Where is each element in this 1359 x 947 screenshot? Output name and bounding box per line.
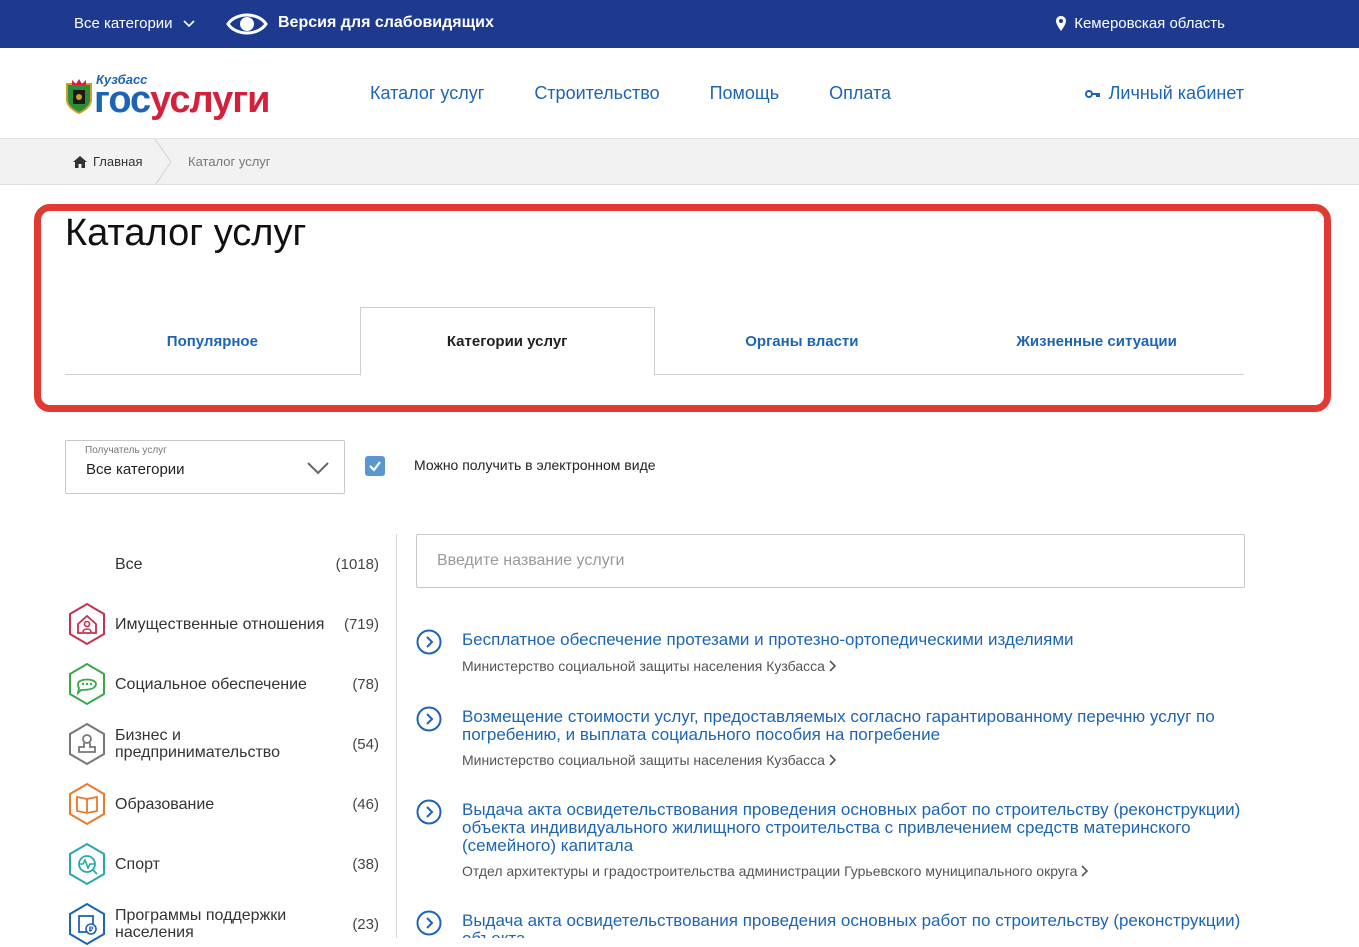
- low-vision-version-link[interactable]: Версия для слабовидящих: [278, 14, 494, 32]
- arrow-right-circle-icon: [416, 910, 442, 936]
- catalog-tabs: Популярное Категории услуг Органы власти…: [65, 307, 1244, 376]
- breadcrumb-separator-icon: [154, 139, 172, 185]
- chevron-right-icon: [829, 754, 837, 766]
- location-pin-icon: [1056, 16, 1067, 31]
- region-label: Кемеровская область: [1074, 15, 1225, 32]
- house-person-icon: [69, 602, 105, 646]
- service-org-label: Отдел архитектуры и градостроительства а…: [462, 863, 1078, 879]
- tab-authorities[interactable]: Органы власти: [655, 307, 950, 375]
- page-title: Каталог услуг: [65, 212, 307, 254]
- service-title[interactable]: Бесплатное обеспечение протезами и проте…: [462, 631, 1246, 649]
- service-org-label: Министерство социальной защиты населения…: [462, 752, 825, 768]
- breadcrumb-home[interactable]: Главная: [73, 154, 142, 169]
- key-icon: [1084, 89, 1100, 98]
- category-name: Имущественные отношения: [115, 615, 325, 633]
- category-count: (54): [352, 735, 379, 753]
- personal-account-label: Личный кабинет: [1108, 83, 1244, 103]
- category-name: Все: [115, 555, 143, 573]
- category-item-social[interactable]: Социальное обеспечение (78): [65, 661, 385, 707]
- service-title[interactable]: Возмещение стоимости услуг, предоставляе…: [462, 708, 1246, 744]
- logo-wordmark: госуслуги: [94, 79, 270, 121]
- chevron-down-icon: [182, 19, 195, 27]
- category-count: (719): [343, 615, 379, 633]
- category-item-all[interactable]: Все (1018): [65, 541, 385, 587]
- nav-construction[interactable]: Строительство: [534, 83, 659, 104]
- recipient-select[interactable]: Получатель услуг Все категории: [65, 440, 345, 494]
- service-org-label: Министерство социальной защиты населения…: [462, 658, 825, 674]
- breadcrumb-current: Каталог услуг: [188, 154, 271, 169]
- category-count: (38): [352, 855, 379, 873]
- eye-icon[interactable]: [226, 10, 268, 38]
- chat-bubble-icon: [69, 662, 105, 706]
- arrow-right-circle-icon: [416, 799, 442, 825]
- arrow-right-circle-icon: [416, 706, 442, 732]
- service-title[interactable]: Выдача акта освидетельствования проведен…: [462, 912, 1246, 939]
- service-item[interactable]: Выдача акта освидетельствования проведен…: [416, 799, 1246, 883]
- top-bar: Все категории Версия для слабовидящих Ке…: [0, 0, 1359, 48]
- service-item[interactable]: Выдача акта освидетельствования проведен…: [416, 910, 1246, 938]
- service-org[interactable]: Отдел архитектуры и градостроительства а…: [462, 863, 1089, 879]
- tab-popular[interactable]: Популярное: [65, 307, 360, 375]
- stamp-icon: [69, 722, 105, 766]
- main-nav: Каталог услуг Строительство Помощь Оплат…: [370, 83, 891, 104]
- service-item[interactable]: Бесплатное обеспечение протезами и проте…: [416, 629, 1246, 689]
- breadcrumb: Главная Каталог услуг: [0, 139, 1359, 185]
- checkmark-icon: [369, 461, 381, 472]
- electronic-checkbox[interactable]: [365, 456, 385, 476]
- nav-payment[interactable]: Оплата: [829, 83, 891, 104]
- category-item-support-programs[interactable]: Программы поддержки населения (23): [65, 901, 385, 947]
- category-name: Образование: [115, 795, 215, 813]
- site-header: Кузбасс госуслуги Каталог услуг Строител…: [0, 48, 1359, 139]
- recipient-select-label: Получатель услуг: [85, 445, 167, 456]
- nav-help[interactable]: Помощь: [710, 83, 780, 104]
- home-icon: [73, 155, 87, 168]
- category-item-property[interactable]: Имущественные отношения (719): [65, 601, 385, 647]
- electronic-checkbox-label[interactable]: Можно получить в электронном виде: [414, 457, 656, 473]
- service-title[interactable]: Выдача акта освидетельствования проведен…: [462, 801, 1246, 855]
- arrow-right-circle-icon: [416, 629, 442, 655]
- tab-life-situations[interactable]: Жизненные ситуации: [949, 307, 1244, 375]
- ruble-document-icon: [69, 902, 105, 946]
- chevron-right-icon: [1081, 865, 1089, 877]
- category-count: (46): [352, 795, 379, 813]
- category-name: Социальное обеспечение: [115, 675, 307, 693]
- category-name: Бизнес и предпринимательство: [115, 727, 280, 761]
- category-name: Спорт: [115, 855, 160, 873]
- column-divider: [396, 534, 397, 938]
- pulse-icon: [69, 842, 105, 886]
- service-item[interactable]: Возмещение стоимости услуг, предоставляе…: [416, 706, 1246, 776]
- category-name: Программы поддержки населения: [115, 907, 287, 941]
- category-item-education[interactable]: Образование (46): [65, 781, 385, 827]
- recipient-select-value: Все категории: [86, 461, 185, 478]
- category-count: (78): [352, 675, 379, 693]
- breadcrumb-home-label: Главная: [93, 154, 143, 169]
- region-selector[interactable]: Кемеровская область: [1056, 15, 1225, 32]
- category-count: (1018): [335, 555, 379, 573]
- all-categories-label: Все категории: [74, 15, 173, 32]
- category-count: (23): [352, 915, 379, 933]
- category-item-sport[interactable]: Спорт (38): [65, 841, 385, 887]
- nav-catalog[interactable]: Каталог услуг: [370, 83, 484, 104]
- category-item-business[interactable]: Бизнес и предпринимательство (54): [65, 721, 385, 767]
- chevron-right-icon: [829, 660, 837, 672]
- personal-account-link[interactable]: Личный кабинет: [1084, 83, 1244, 104]
- gosuslugi-logo[interactable]: Кузбасс госуслуги: [64, 72, 294, 121]
- chevron-down-icon: [307, 462, 329, 475]
- coat-of-arms-icon: [66, 79, 92, 114]
- service-search-input[interactable]: [416, 534, 1245, 588]
- book-icon: [69, 782, 105, 826]
- service-org[interactable]: Министерство социальной защиты населения…: [462, 658, 837, 674]
- service-org[interactable]: Министерство социальной защиты населения…: [462, 752, 837, 768]
- all-categories-dropdown[interactable]: Все категории: [74, 15, 195, 32]
- tab-service-categories[interactable]: Категории услуг: [359, 307, 655, 376]
